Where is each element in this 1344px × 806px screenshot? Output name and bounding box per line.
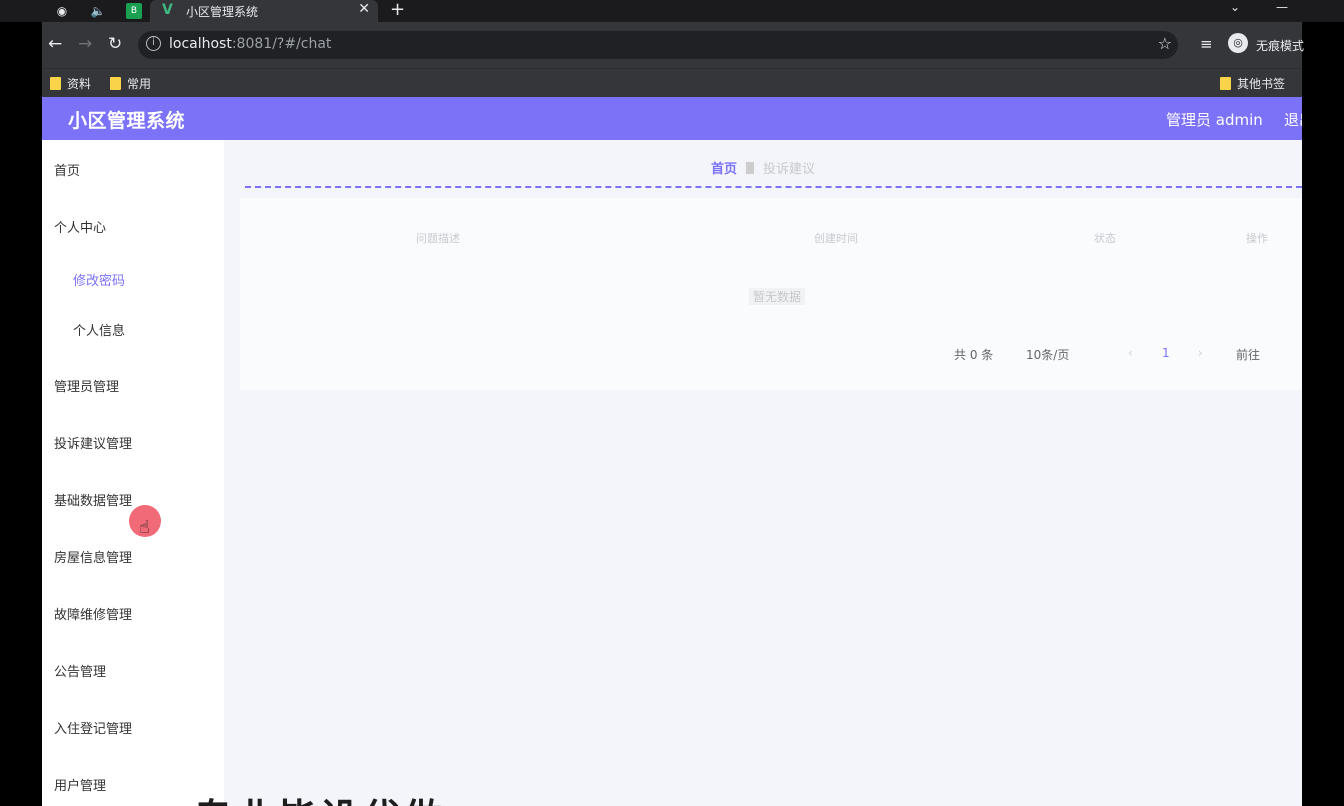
- sidebar-item-repairs[interactable]: 故障维修管理: [42, 584, 224, 640]
- address-bar[interactable]: i localhost:8081/?#/chat ☆: [138, 31, 1178, 59]
- sidebar-item-checkin[interactable]: 入住登记管理: [42, 698, 224, 754]
- browser-toolbar: ← → ↻ i localhost:8081/?#/chat ☆ ≡ ◎ 无痕模…: [42, 22, 1304, 68]
- table-header: 状态: [1094, 232, 1116, 245]
- bookmarks-bar: 资料 常用 其他书签: [42, 68, 1302, 97]
- page-size-select[interactable]: 10条/页: [1026, 346, 1069, 363]
- hand-cursor-icon: ☝: [139, 517, 150, 538]
- page-number[interactable]: 1: [1162, 346, 1170, 360]
- back-icon[interactable]: ←: [48, 34, 62, 54]
- incognito-icon[interactable]: ◎: [1228, 33, 1248, 53]
- main-content: 首页 投诉建议 问题描述 创建时间 状态 操作 暂无数据 共 0 条 10条/页 …: [224, 140, 1302, 806]
- breadcrumb: 首页 投诉建议: [224, 158, 1302, 177]
- sidebar-item-housing[interactable]: 房屋信息管理: [42, 527, 224, 583]
- globe-icon[interactable]: ◉: [54, 3, 70, 19]
- goto-page-label: 前往: [1236, 348, 1261, 362]
- folder-icon: [1220, 77, 1231, 90]
- bookmark-folder[interactable]: 资料: [50, 75, 91, 92]
- new-tab-icon[interactable]: +: [390, 0, 405, 20]
- chevron-down-icon[interactable]: ⌄: [1230, 0, 1240, 14]
- table-header: 问题描述: [416, 232, 460, 245]
- info-icon[interactable]: i: [146, 36, 161, 51]
- forward-icon[interactable]: →: [78, 34, 92, 54]
- pager-total: 共 0 条: [954, 348, 994, 362]
- tab-strip: ◉ 🔈 B V 小区管理系统 ✕ + ⌄ —: [0, 0, 1344, 22]
- divider: [245, 186, 1302, 188]
- browser-chrome: ◉ 🔈 B V 小区管理系统 ✕ + ⌄ — ← → ↻ i localhost…: [0, 0, 1344, 97]
- table-card: 问题描述 创建时间 状态 操作 暂无数据 共 0 条 10条/页 ‹ 1 › 前…: [240, 198, 1302, 390]
- logout-button[interactable]: 退出: [1284, 109, 1302, 130]
- empty-state-text: 暂无数据: [749, 288, 806, 305]
- sidebar-item-personal-info[interactable]: 个人信息: [42, 300, 224, 356]
- breadcrumb-current: 投诉建议: [763, 162, 816, 177]
- profile-label[interactable]: 无痕模式: [1256, 37, 1304, 54]
- vue-logo-icon: V: [162, 2, 173, 18]
- sidebar-item-change-password[interactable]: 修改密码: [42, 250, 224, 306]
- breadcrumb-separator-icon: [746, 162, 754, 174]
- table-header: 操作: [1246, 232, 1268, 245]
- app-header: 小区管理系统 管理员 admin 退出: [42, 97, 1302, 140]
- current-user: 管理员 admin: [1166, 111, 1263, 129]
- close-icon[interactable]: ✕: [358, 1, 370, 17]
- mute-icon[interactable]: 🔈: [90, 3, 106, 19]
- reading-list-icon[interactable]: ≡: [1200, 34, 1213, 54]
- table-header: 创建时间: [814, 232, 858, 245]
- browser-tab-active[interactable]: V 小区管理系统 ✕: [150, 0, 378, 22]
- breadcrumb-home[interactable]: 首页: [711, 162, 737, 177]
- sidebar-item-personal-center[interactable]: 个人中心: [42, 197, 224, 253]
- url-text[interactable]: localhost:8081/?#/chat: [169, 36, 331, 52]
- prev-page-button[interactable]: ‹: [1128, 346, 1133, 360]
- sidebar-item-announcements[interactable]: 公告管理: [42, 641, 224, 697]
- sidebar: 首页 个人中心 修改密码 个人信息 管理员管理 投诉建议管理 基础数据管理 房屋…: [42, 140, 224, 806]
- folder-icon: [50, 77, 61, 90]
- tab-title: 小区管理系统: [186, 5, 259, 19]
- sidebar-item-home[interactable]: 首页: [42, 140, 224, 196]
- app-brand: 小区管理系统: [68, 110, 186, 132]
- next-page-button[interactable]: ›: [1198, 346, 1203, 360]
- folder-icon: [110, 77, 121, 90]
- app-root: 小区管理系统 管理员 admin 退出 首页 个人中心 修改密码 个人信息 管理…: [42, 97, 1302, 806]
- sidebar-item-admin-management[interactable]: 管理员管理: [42, 356, 224, 412]
- reload-icon[interactable]: ↻: [108, 34, 122, 54]
- tab-favicon-green[interactable]: B: [126, 3, 142, 19]
- sidebar-item-complaints[interactable]: 投诉建议管理: [42, 413, 224, 469]
- minimize-icon[interactable]: —: [1276, 0, 1288, 14]
- star-icon[interactable]: ☆: [1158, 34, 1172, 53]
- video-watermark: 专业毕设代做: [194, 787, 446, 806]
- other-bookmarks[interactable]: 其他书签: [1220, 75, 1285, 92]
- bookmark-folder[interactable]: 常用: [110, 75, 151, 92]
